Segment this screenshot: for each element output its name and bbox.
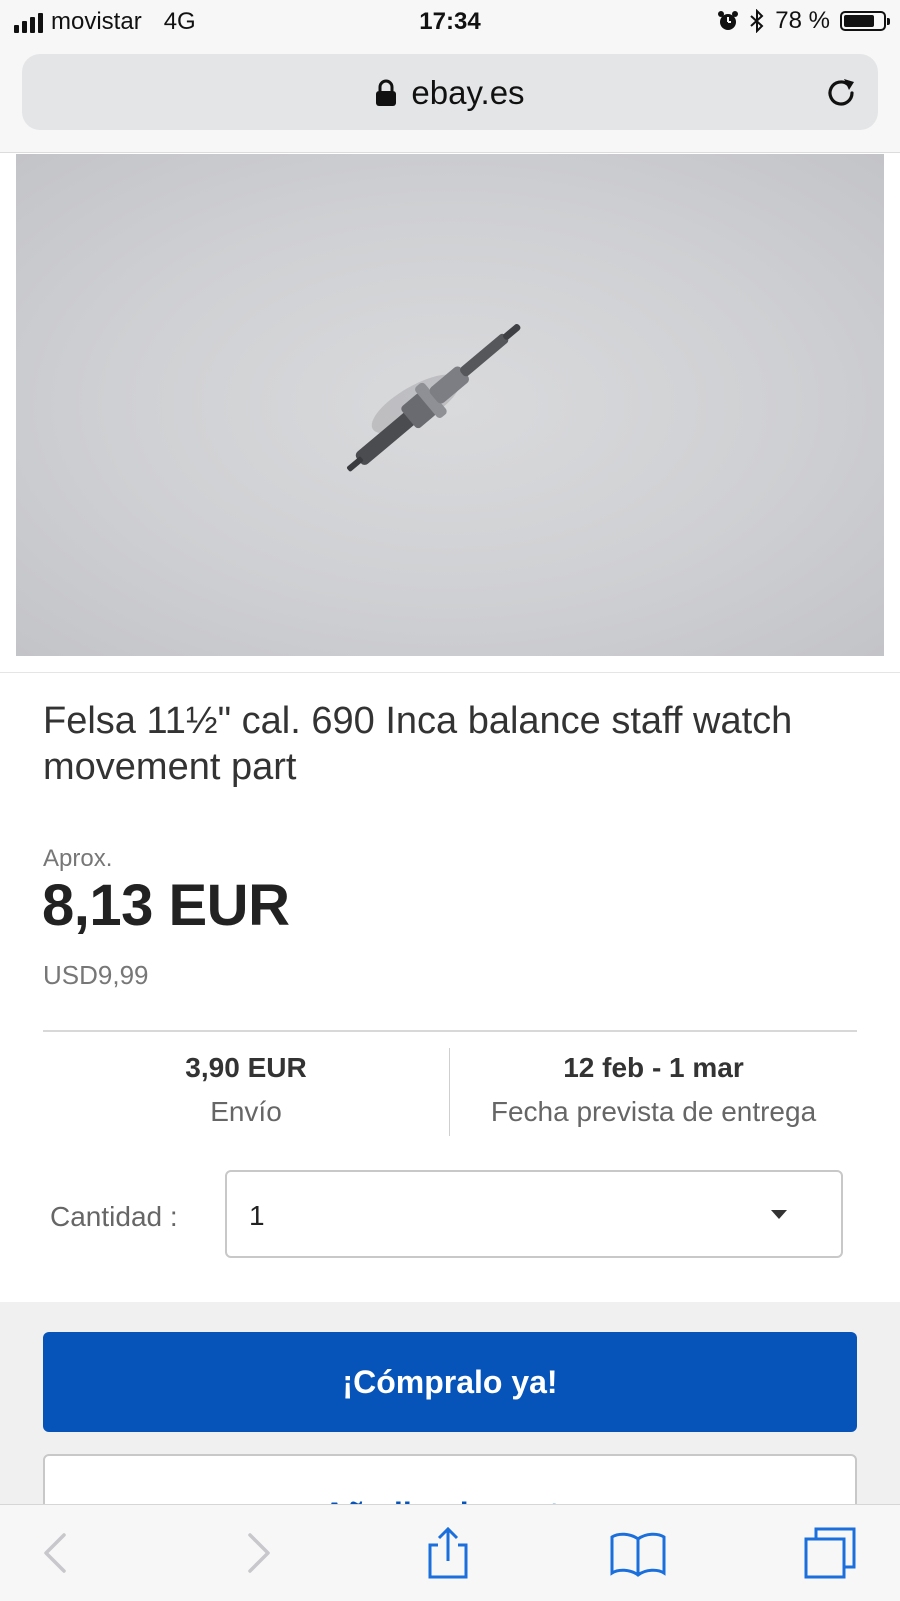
status-bar: movistar 4G 17:34 78 % [0, 0, 900, 46]
tabs-icon[interactable] [800, 1523, 860, 1583]
url-display: ebay.es [22, 74, 878, 112]
shipping-cost-value: 3,90 EUR [185, 1052, 307, 1083]
quantity-select[interactable]: 1 [225, 1170, 843, 1258]
battery-fill [844, 15, 874, 27]
delivery-date: 12 feb - 1 mar Fecha prevista de entrega [450, 1052, 857, 1128]
price: 8,13 EUR [42, 873, 290, 938]
battery-icon [840, 11, 890, 31]
browser-header: ebay.es [0, 46, 900, 153]
reload-icon[interactable] [822, 74, 860, 112]
address-bar[interactable]: ebay.es [22, 54, 878, 130]
bluetooth-icon [750, 9, 764, 33]
back-icon[interactable] [28, 1523, 88, 1583]
delivery-date-label: Fecha prevista de entrega [490, 1096, 817, 1127]
chevron-down-icon [771, 1210, 787, 1219]
divider [43, 1030, 857, 1032]
battery-percent: 78 % [775, 7, 830, 34]
original-price: USD9,99 [43, 960, 149, 990]
quantity-value: 1 [249, 1200, 265, 1231]
buy-now-button[interactable]: ¡Cómpralo ya! [43, 1332, 857, 1432]
alarm-icon [718, 11, 739, 30]
balance-staff-photo [347, 324, 521, 472]
approx-label: Aprox. [43, 845, 113, 872]
shipping-cost-label: Envío [210, 1096, 282, 1127]
product-image[interactable] [16, 154, 884, 656]
shipping-cost: 3,90 EUR Envío [43, 1052, 449, 1128]
lock-icon [376, 79, 397, 106]
browser-toolbar [0, 1504, 900, 1601]
share-icon[interactable] [418, 1523, 478, 1583]
bookmarks-icon[interactable] [608, 1523, 668, 1583]
url-text: ebay.es [411, 74, 525, 111]
delivery-date-value: 12 feb - 1 mar [563, 1052, 744, 1083]
quantity-label: Cantidad : [50, 1201, 178, 1232]
forward-icon[interactable] [226, 1523, 286, 1583]
image-divider [0, 672, 900, 673]
product-title: Felsa 11½" cal. 690 Inca balance staff w… [43, 700, 793, 788]
status-right: 78 % [717, 7, 890, 35]
